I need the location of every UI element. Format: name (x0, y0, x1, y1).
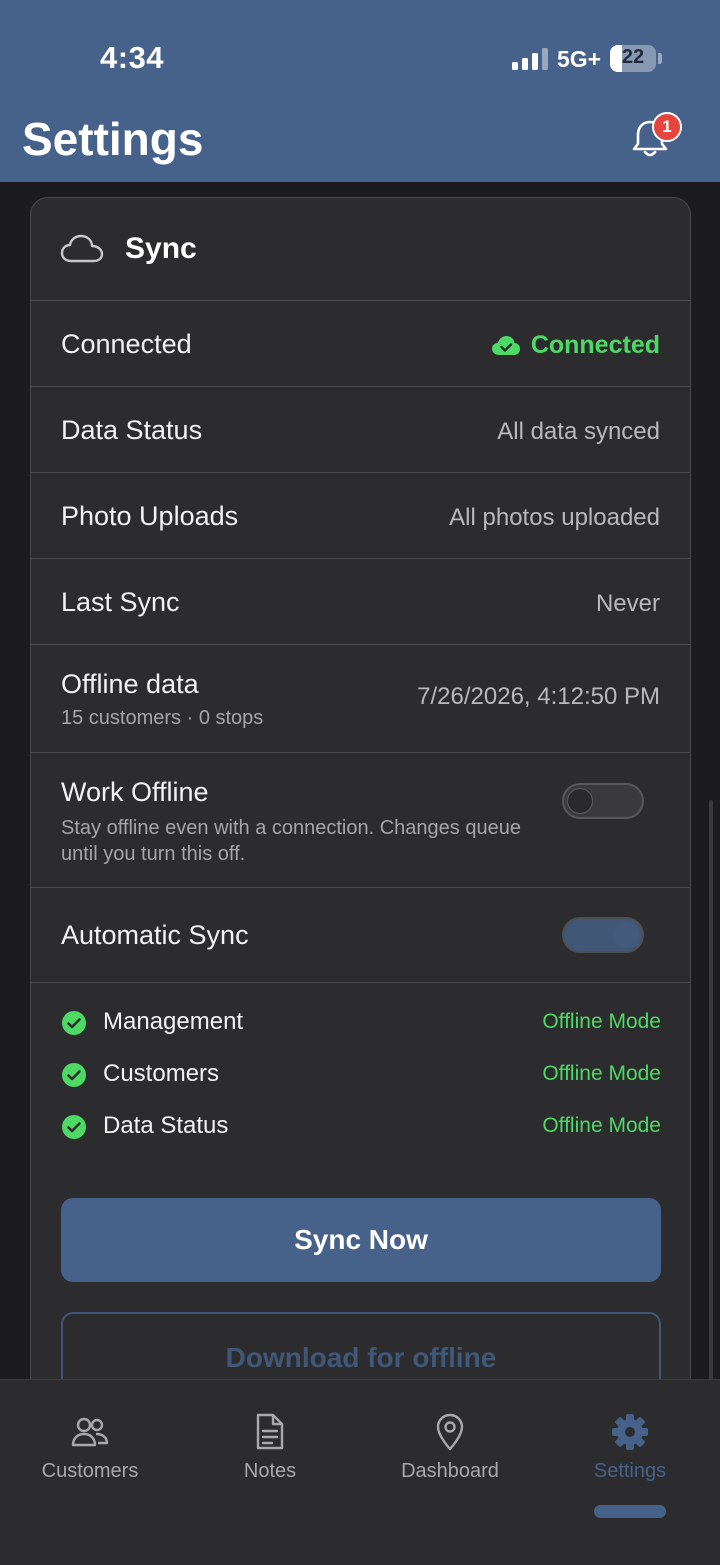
tab-dashboard[interactable]: Dashboard (360, 1380, 540, 1500)
gear-icon (612, 1414, 648, 1450)
sync-card-header: Sync (31, 198, 690, 301)
sync-card-title: Sync (125, 232, 197, 265)
offline-data-label: Offline data (61, 669, 199, 699)
module-label: Customers (103, 1060, 220, 1087)
offline-data-value: 7/26/2026, 4:12:50 PM (417, 683, 660, 710)
header: 4:34 5G+ 22 Settings 1 (0, 0, 720, 182)
battery-icon: 22 (610, 45, 656, 72)
offline-data-row: Offline data 15 customers · 0 stops 7/26… (31, 645, 690, 753)
tab-label: Customers (41, 1460, 139, 1482)
tab-settings[interactable]: Settings (540, 1380, 720, 1500)
check-circle-icon (62, 1115, 86, 1139)
last-sync-label: Last Sync (61, 587, 180, 617)
sync-card: Sync Connected Connected Data Status All… (30, 197, 691, 1447)
last-sync-value: Never (595, 590, 660, 617)
photo-uploads-row: Photo Uploads All photos uploaded (31, 473, 690, 559)
page-title: Settings (22, 113, 204, 165)
cloud-check-icon (491, 335, 520, 355)
network-type: 5G+ (557, 46, 602, 72)
scrollbar[interactable] (709, 800, 713, 1400)
data-status-value: All data synced (497, 418, 660, 445)
module-status: Offline Mode (542, 1010, 661, 1033)
status-time: 4:34 (100, 40, 165, 75)
connected-label: Connected (61, 329, 192, 359)
last-sync-row: Last Sync Never (31, 559, 690, 645)
home-indicator (594, 1505, 666, 1518)
photo-uploads-label: Photo Uploads (61, 501, 239, 531)
module-status: Offline Mode (542, 1114, 661, 1137)
connected-row: Connected Connected (31, 301, 690, 387)
cloud-icon (60, 234, 104, 263)
module-item: Data Status Offline Mode (61, 1108, 661, 1148)
work-offline-row: Work Offline Stay offline even with a co… (31, 753, 690, 888)
module-item: Customers Offline Mode (61, 1056, 661, 1096)
automatic-sync-label: Automatic Sync (61, 920, 249, 950)
work-offline-toggle[interactable] (562, 783, 644, 819)
battery-level: 22 (621, 46, 645, 68)
customers-icon (71, 1417, 109, 1447)
work-offline-label: Work Offline (61, 777, 209, 807)
battery-tip (658, 53, 662, 64)
tab-label: Settings (593, 1460, 667, 1482)
tab-notes[interactable]: Notes (180, 1380, 360, 1500)
notification-badge: 1 (652, 112, 682, 142)
status-bar: 4:34 5G+ 22 (0, 0, 720, 100)
check-circle-icon (62, 1063, 86, 1087)
connection-status: Connected (491, 331, 660, 360)
tab-label: Dashboard (401, 1460, 499, 1482)
module-status: Offline Mode (542, 1062, 661, 1085)
check-circle-icon (62, 1011, 86, 1035)
location-pin-icon (436, 1413, 464, 1451)
sync-now-button[interactable]: Sync Now (61, 1198, 661, 1282)
module-item: Management Offline Mode (61, 1004, 661, 1044)
automatic-sync-toggle[interactable] (562, 917, 644, 953)
module-label: Data Status (103, 1112, 229, 1139)
tab-label: Notes (243, 1460, 297, 1482)
automatic-sync-row: Automatic Sync (31, 888, 690, 983)
tab-customers[interactable]: Customers (0, 1380, 180, 1500)
work-offline-description: Stay offline even with a connection. Cha… (61, 817, 521, 865)
connected-value: Connected (530, 331, 660, 359)
module-label: Management (103, 1008, 244, 1035)
data-status-row: Data Status All data synced (31, 387, 690, 473)
tab-bar: Customers Notes Dashboard Settings (0, 1379, 720, 1565)
photo-uploads-value: All photos uploaded (449, 504, 660, 531)
data-status-label: Data Status (61, 415, 203, 445)
notes-icon (256, 1413, 284, 1450)
signal-icon (512, 48, 548, 70)
